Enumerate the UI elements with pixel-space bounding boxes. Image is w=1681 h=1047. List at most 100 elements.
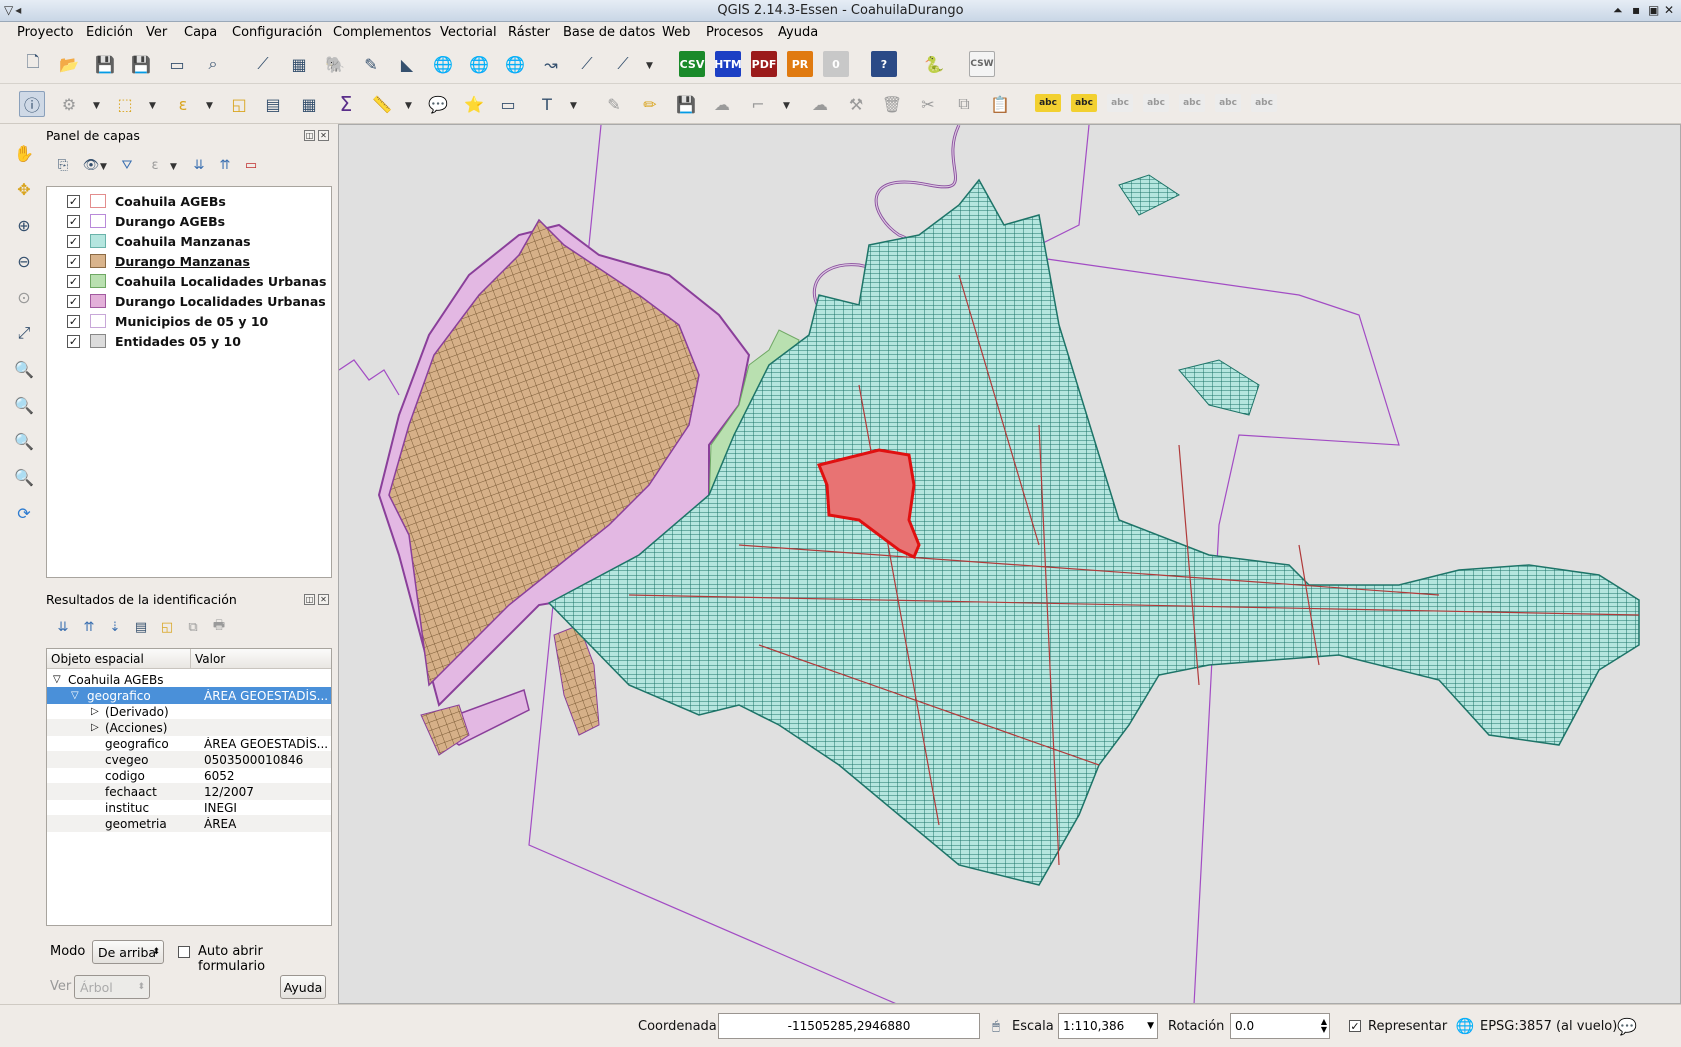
zoom-out-icon[interactable]: ⊖ — [11, 248, 37, 274]
menu-configuracion[interactable]: Configuración — [232, 25, 322, 40]
csv-plugin-icon[interactable]: CSV — [679, 51, 705, 77]
expand-new-results-icon[interactable]: ⇣ — [102, 614, 128, 640]
help-button[interactable]: Ayuda — [280, 975, 326, 999]
edit-tool-icon[interactable]: ⚒ — [843, 91, 869, 117]
render-checkbox[interactable]: ✓ — [1349, 1020, 1361, 1032]
composer-manager-icon[interactable]: ⌕ — [200, 51, 226, 77]
node-tool-icon[interactable]: ⌐ — [745, 91, 771, 117]
pan-to-selection-icon[interactable]: ✥ — [11, 176, 37, 202]
new-spatialite-icon[interactable]: ⟋ — [610, 51, 636, 77]
layer-coahuila-manzanas[interactable]: ✓ Coahuila Manzanas — [67, 231, 251, 251]
tree-row-actions[interactable]: ▷ (Acciones) — [47, 719, 331, 736]
deselect-features-icon[interactable]: ◱ — [226, 91, 252, 117]
menu-ver[interactable]: Ver — [146, 25, 167, 40]
new-shapefile-icon[interactable]: ⟋ — [574, 51, 600, 77]
add-wms-layer-icon[interactable]: 🌐 — [430, 51, 456, 77]
rotate-label-icon[interactable]: abc — [1215, 94, 1241, 112]
measure-line-icon[interactable]: 📏 — [369, 91, 395, 117]
clear-highlight-icon[interactable]: ◱ — [154, 614, 180, 640]
csw-icon[interactable]: CSW — [969, 51, 995, 77]
menu-edicion[interactable]: Edición — [86, 25, 133, 40]
collapse-tree-icon[interactable]: ⇈ — [76, 614, 102, 640]
layer-visibility-checkbox[interactable]: ✓ — [67, 214, 80, 228]
tree-row-attribute[interactable]: geografico ÁREA GEOESTADÍS... — [47, 735, 331, 752]
chevron-down-icon[interactable]: ▼ — [646, 61, 653, 71]
save-as-icon[interactable]: 💾 — [128, 51, 154, 77]
add-vector-layer-icon[interactable]: ⟋ — [250, 51, 276, 77]
toggle-editing-icon[interactable]: ✏ — [637, 91, 663, 117]
zoom-next-icon[interactable]: 🔍 — [11, 464, 37, 490]
shade-icon[interactable]: ⏶ — [1613, 3, 1623, 18]
remove-layer-icon[interactable]: ▭ — [238, 152, 264, 178]
menu-vectorial[interactable]: Vectorial — [440, 25, 497, 40]
tree-row-root[interactable]: ▽ Coahuila AGEBs — [47, 671, 331, 688]
zoom-full-icon[interactable]: ⤢ — [11, 320, 37, 346]
add-postgis-layer-icon[interactable]: 🐘 — [322, 51, 348, 77]
delete-selected-icon[interactable]: 🗑 — [879, 91, 905, 117]
copy-feature-icon[interactable]: ⧉ — [180, 614, 206, 640]
spin-arrows-icon[interactable]: ▲ ▼ — [1321, 1018, 1327, 1034]
copy-features-icon[interactable]: ⧉ — [951, 91, 977, 117]
coordinate-field[interactable]: -11505285,2946880 — [718, 1013, 980, 1039]
paste-features-icon[interactable]: 📋 — [987, 91, 1013, 117]
minimize-icon[interactable]: ▪ — [1632, 3, 1640, 17]
layer-visibility-checkbox[interactable]: ✓ — [67, 254, 80, 268]
layer-visibility-checkbox[interactable]: ✓ — [67, 234, 80, 248]
menu-procesos[interactable]: Procesos — [706, 25, 763, 40]
select-features-icon[interactable]: ⬚ — [112, 91, 138, 117]
add-group-icon[interactable]: ⎘ — [50, 152, 76, 178]
close-panel-icon[interactable]: ✕ — [318, 594, 329, 605]
label-toolbar-icon[interactable]: abc — [1035, 94, 1061, 112]
float-panel-icon[interactable]: ◫ — [304, 594, 315, 605]
tree-row-attribute[interactable]: codigo 6052 — [47, 767, 331, 784]
current-edits-icon[interactable]: ✎ — [601, 91, 627, 117]
chevron-down-icon[interactable]: ▼ — [170, 162, 177, 172]
filter-legend-icon[interactable]: ⛛ — [114, 152, 140, 178]
chevron-down-icon[interactable]: ▼ — [206, 101, 213, 111]
view-select[interactable]: Árbol ⬍ — [74, 975, 150, 999]
new-print-composer-icon[interactable]: ▭ — [164, 51, 190, 77]
pan-hand-icon[interactable]: ✋ — [11, 140, 37, 166]
layer-visibility-checkbox[interactable]: ✓ — [67, 274, 80, 288]
layer-durango-localidades[interactable]: ✓ Durango Localidades Urbanas — [67, 291, 326, 311]
tree-row-attribute[interactable]: instituc INEGI — [47, 799, 331, 816]
chevron-down-icon[interactable]: ▼ — [93, 101, 100, 111]
tree-row-attribute[interactable]: cvegeo 0503500010846 — [47, 751, 331, 768]
menu-ayuda[interactable]: Ayuda — [778, 25, 818, 40]
crs-globe-icon[interactable]: 🌐 — [1452, 1013, 1478, 1039]
expand-all-icon[interactable]: ⇊ — [186, 152, 212, 178]
menu-raster[interactable]: Ráster — [508, 25, 550, 40]
save-edits-icon[interactable]: 💾 — [673, 91, 699, 117]
menu-proyecto[interactable]: Proyecto — [17, 25, 74, 40]
tree-row-derived[interactable]: ▷ (Derivado) — [47, 703, 331, 720]
layer-durango-manzanas[interactable]: ✓ Durango Manzanas — [67, 251, 250, 271]
pin-labels-icon[interactable]: abc — [1107, 94, 1133, 112]
toggle-extents-icon[interactable]: 🖱 — [983, 1013, 1009, 1039]
field-calculator-icon[interactable]: ▦ — [296, 91, 322, 117]
layer-municipios[interactable]: ✓ Municipios de 05 y 10 — [67, 311, 268, 331]
maximize-icon[interactable]: ▣ — [1648, 3, 1659, 17]
identify-features-icon[interactable]: ⓘ — [19, 91, 45, 117]
new-project-icon[interactable]: 🗋 — [20, 51, 46, 77]
refresh-icon[interactable]: ⟳ — [11, 500, 37, 526]
layer-visibility-checkbox[interactable]: ✓ — [67, 334, 80, 348]
mode-select[interactable]: De arriba ⬍ — [92, 940, 164, 964]
show-bookmarks-icon[interactable]: ▭ — [495, 91, 521, 117]
zoom-to-layer-icon[interactable]: 🔍 — [11, 392, 37, 418]
tree-row-attribute[interactable]: geometria ÁREA — [47, 815, 331, 832]
chevron-down-icon[interactable]: ▼ — [149, 101, 156, 111]
statistics-icon[interactable]: Σ — [333, 91, 359, 117]
zoom-to-selection-icon[interactable]: 🔍 — [11, 356, 37, 382]
label-highlight-icon[interactable]: abc — [1071, 94, 1097, 112]
auto-open-checkbox[interactable] — [178, 946, 190, 958]
scale-combo[interactable]: 1:110,386 ▼ — [1058, 1013, 1158, 1039]
chevron-down-icon[interactable]: ▼ — [1147, 1021, 1154, 1031]
open-project-icon[interactable]: 📂 — [56, 51, 82, 77]
col-feature-header[interactable]: Objeto espacial — [51, 652, 144, 666]
layer-durango-agebs[interactable]: ✓ Durango AGEBs — [67, 211, 225, 231]
cut-features-icon[interactable]: ✂ — [915, 91, 941, 117]
change-label-icon[interactable]: abc — [1251, 94, 1277, 112]
collapse-all-icon[interactable]: ⇈ — [212, 152, 238, 178]
add-feature-icon[interactable]: ☁ — [709, 91, 735, 117]
add-spatialite-layer-icon[interactable]: ✎ — [358, 51, 384, 77]
